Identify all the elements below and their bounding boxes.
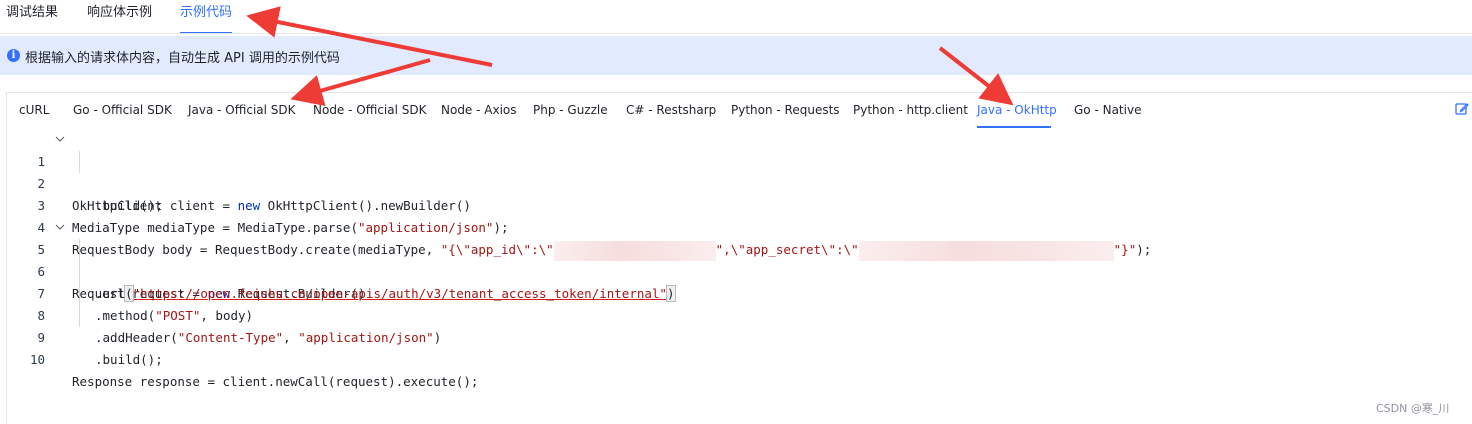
code-line: 10 Response response = client.newCall(re… (7, 327, 1467, 389)
active-lang-underline (977, 126, 1051, 128)
fold-chevron-down-icon[interactable] (55, 217, 65, 239)
lang-tab-python-requests[interactable]: Python - Requests (731, 103, 840, 127)
code-line: 3 MediaType mediaType = MediaType.parse(… (7, 173, 1467, 235)
result-tabs: 调试结果 响应体示例 示例代码 (0, 0, 1472, 34)
lang-tab-node-official-sdk[interactable]: Node - Official SDK (313, 103, 426, 127)
language-tabs: cURL Go - Official SDK Java - Official S… (7, 93, 1472, 129)
lang-tab-csharp-restsharp[interactable]: C# - Restsharp (626, 103, 716, 127)
lang-tab-java-official-sdk[interactable]: Java - Official SDK (188, 103, 296, 127)
tab-response-example[interactable]: 响应体示例 (87, 0, 152, 32)
info-banner: i 根据输入的请求体内容，自动生成 API 调用的示例代码 (0, 36, 1472, 75)
lang-tab-go-native[interactable]: Go - Native (1074, 103, 1141, 127)
code-line: 2 .build(); (7, 151, 1467, 213)
watermark: CSDN @寒_川 (1376, 402, 1450, 415)
code-line: 9 .build(); (7, 305, 1467, 367)
lang-tab-php-guzzle[interactable]: Php - Guzzle (533, 103, 608, 127)
code-line: 1 OkHttpClient client = new OkHttpClient… (7, 129, 1467, 213)
fold-chevron-down-icon[interactable] (55, 129, 65, 151)
edit-icon[interactable] (1455, 102, 1469, 116)
lang-tab-python-http-client[interactable]: Python - http.client (853, 103, 968, 127)
code-line: 5 Request request = new Request.Builder(… (7, 217, 1467, 301)
info-icon: i (7, 49, 20, 62)
code-line: 8 .addHeader("Content-Type", "applicatio… (7, 283, 1467, 345)
tab-debug-result[interactable]: 调试结果 (6, 0, 58, 32)
lang-tab-go-official-sdk[interactable]: Go - Official SDK (73, 103, 172, 127)
code-line: 6 .url("https://open.feishu.cn/open-apis… (7, 239, 1467, 302)
info-banner-text: 根据输入的请求体内容，自动生成 API 调用的示例代码 (25, 51, 340, 66)
code-line: 7 .method("POST", body) (7, 261, 1467, 323)
lang-tab-node-axios[interactable]: Node - Axios (441, 103, 517, 127)
lang-tab-curl[interactable]: cURL (19, 103, 49, 127)
code-panel: cURL Go - Official SDK Java - Official S… (6, 92, 1472, 424)
lang-tab-java-okhttp[interactable]: Java - OkHttp (977, 103, 1057, 127)
line-number: 10 (29, 352, 45, 367)
tabs-divider (0, 33, 1472, 34)
code-line: 4 RequestBody body = RequestBody.create(… (7, 195, 1467, 261)
tab-sample-code[interactable]: 示例代码 (180, 0, 233, 34)
